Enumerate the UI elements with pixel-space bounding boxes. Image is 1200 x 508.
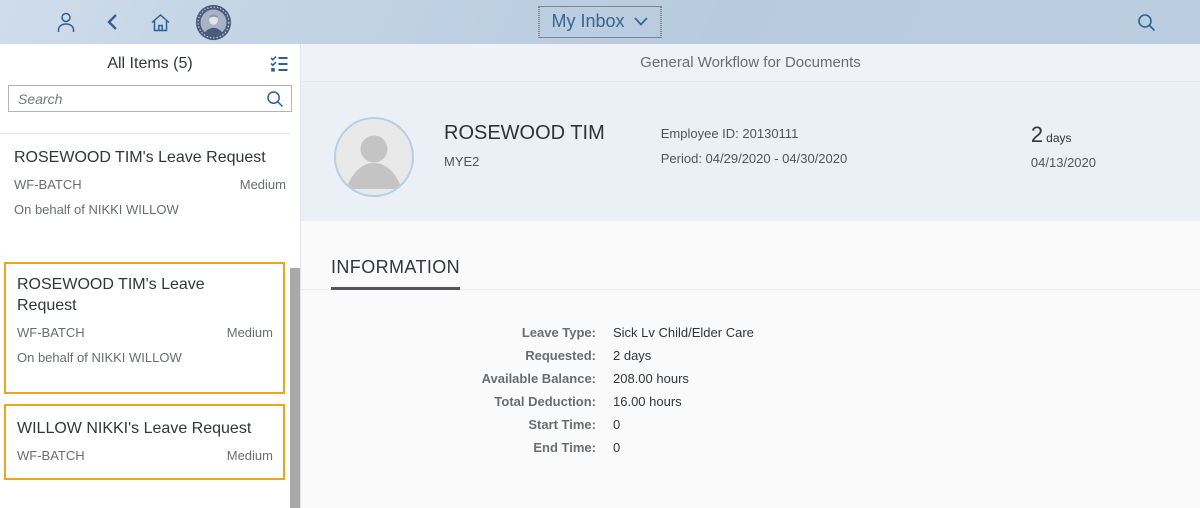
shell-left-icons — [0, 4, 232, 41]
worklist-sidebar: All Items (5) — [0, 44, 300, 508]
back-icon[interactable] — [101, 10, 125, 34]
leave-period: Period: 04/29/2020 - 04/30/2020 — [661, 151, 847, 166]
field-label: End Time: — [331, 436, 596, 459]
worklist-header: All Items (5) — [0, 44, 300, 83]
work-item-title: WILLOW NIKKI's Leave Request — [17, 418, 273, 439]
detail-panel: General Workflow for Documents ROSEWOOD … — [300, 44, 1200, 508]
my-inbox-app: My Inbox All Items (5) — [0, 0, 1200, 508]
search-icon[interactable] — [1134, 10, 1158, 34]
work-item-creator: WF-BATCH — [14, 177, 82, 192]
person-icon[interactable] — [54, 10, 78, 34]
information-form: Leave Type: Sick Lv Child/Elder Care Req… — [331, 321, 1200, 459]
work-item-on-behalf: On behalf of NIKKI WILLOW — [14, 202, 286, 217]
work-item-title: ROSEWOOD TIM's Leave Request — [17, 274, 251, 316]
employee-code: MYE2 — [444, 154, 605, 169]
employee-name: ROSEWOOD TIM — [444, 122, 605, 145]
work-item-on-behalf: On behalf of NIKKI WILLOW — [17, 350, 273, 365]
search-go-icon[interactable] — [265, 89, 285, 109]
field-value: 208.00 hours — [613, 367, 1200, 390]
worklist-title: All Items (5) — [107, 55, 192, 73]
tab-information[interactable]: INFORMATION — [331, 257, 460, 290]
work-item-creator: WF-BATCH — [17, 448, 85, 463]
app-title-menu-button[interactable]: My Inbox — [538, 6, 661, 38]
status-value: 2 — [1031, 122, 1043, 147]
work-item-creator: WF-BATCH — [17, 325, 85, 340]
tab-strip: INFORMATION — [301, 257, 1200, 290]
worklist-search — [8, 85, 292, 112]
object-attributes: Employee ID: 20130111 Period: 04/29/2020… — [661, 126, 847, 221]
status-unit: days — [1046, 131, 1071, 145]
field-label: Start Time: — [331, 413, 596, 436]
field-value: 0 — [613, 413, 1200, 436]
field-label: Requested: — [331, 344, 596, 367]
work-item-title: ROSEWOOD TIM's Leave Request — [14, 147, 286, 168]
sidebar-scrollbar-thumb[interactable] — [290, 268, 300, 508]
home-icon[interactable] — [148, 10, 172, 34]
work-item-priority: Medium — [227, 448, 273, 463]
field-label: Leave Type: — [331, 321, 596, 344]
work-item-1[interactable]: ROSEWOOD TIM's Leave Request WF-BATCH Me… — [0, 134, 300, 232]
field-value: Sick Lv Child/Elder Care — [613, 321, 1200, 344]
field-value: 2 days — [613, 344, 1200, 367]
detail-content: INFORMATION Leave Type: Sick Lv Child/El… — [301, 221, 1200, 508]
employee-id: Employee ID: 20130111 — [661, 126, 847, 141]
search-input[interactable] — [18, 91, 265, 107]
work-item-3-selected[interactable]: WILLOW NIKKI's Leave Request WF-BATCH Me… — [4, 404, 285, 480]
object-status: 2days 04/13/2020 — [1031, 122, 1096, 170]
seal-logo[interactable] — [195, 4, 232, 41]
work-item-priority: Medium — [240, 177, 286, 192]
shell-bar: My Inbox — [0, 0, 1200, 44]
detail-header: General Workflow for Documents — [301, 44, 1200, 82]
field-label: Total Deduction: — [331, 390, 596, 413]
chevron-down-icon — [634, 17, 649, 26]
field-value: 16.00 hours — [613, 390, 1200, 413]
work-item-priority: Medium — [227, 325, 273, 340]
work-item-2-selected[interactable]: ROSEWOOD TIM's Leave Request WF-BATCH Me… — [4, 262, 285, 394]
avatar — [334, 117, 414, 197]
field-value: 0 — [613, 436, 1200, 459]
object-header: ROSEWOOD TIM MYE2 Employee ID: 20130111 … — [301, 82, 1200, 221]
multi-select-icon[interactable] — [268, 53, 290, 75]
app-title: My Inbox — [551, 11, 624, 32]
status-date: 04/13/2020 — [1031, 155, 1096, 170]
field-label: Available Balance: — [331, 367, 596, 390]
detail-title: General Workflow for Documents — [640, 54, 861, 71]
